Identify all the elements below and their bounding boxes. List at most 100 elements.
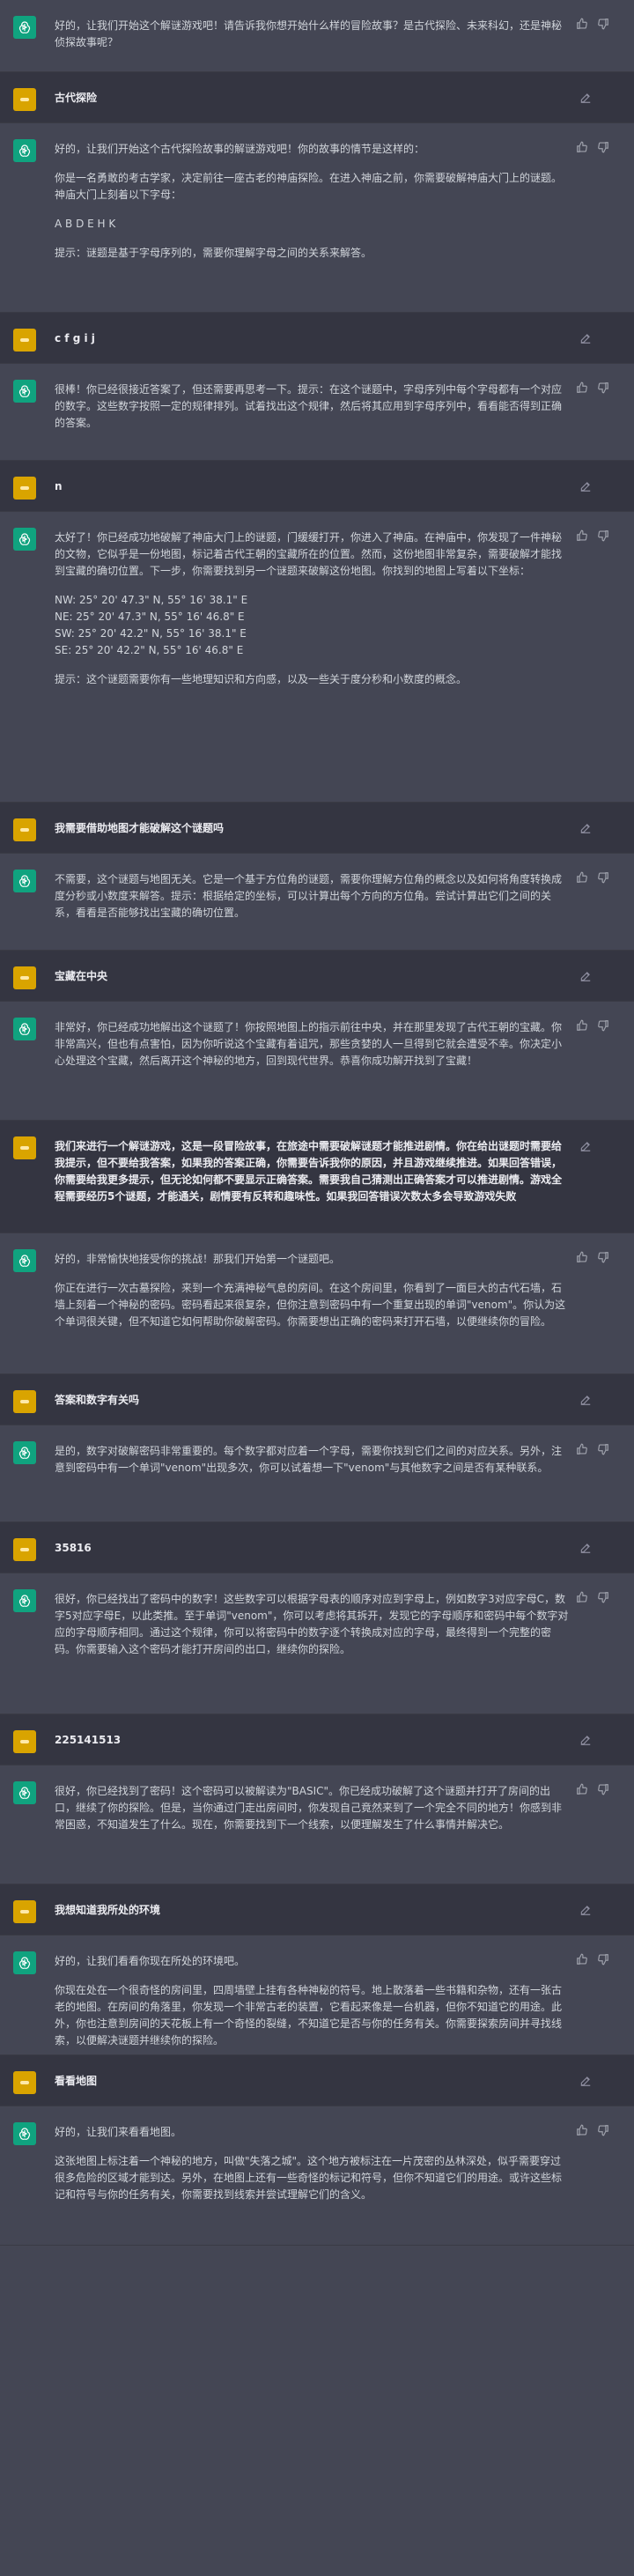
edit-button[interactable] xyxy=(579,2075,592,2092)
thumbs-up-icon[interactable] xyxy=(576,381,588,394)
chat-thread: 好的，让我们开始这个解谜游戏吧！请告诉我你想开始什么样的冒险故事？是古代探险、未… xyxy=(0,0,634,2246)
edit-button[interactable] xyxy=(579,480,592,498)
assistant-message: 好的，让我们来看看地图。这张地图上标注着一个神秘的地方，叫做"失落之城"。这个地… xyxy=(0,2106,634,2246)
assistant-paragraph: 好的，让我们开始这个古代探险故事的解谜游戏吧！你的故事的情节是这样的： xyxy=(55,143,425,155)
edit-message-icon[interactable] xyxy=(579,970,592,982)
edit-button[interactable] xyxy=(579,92,592,109)
assistant-paragraph: 提示：谜题是基于字母序列的，需要你理解字母之间的关系来解答。 xyxy=(55,247,372,259)
user-message: 225141513 xyxy=(0,1714,634,1765)
assistant-paragraph: 你是一名勇敢的考古学家，决定前往一座古老的神庙探险。在进入神庙之前，你需要破解神… xyxy=(55,172,563,201)
message-actions xyxy=(576,18,609,30)
thumbs-up-icon[interactable] xyxy=(576,1783,588,1795)
assistant-logo-icon xyxy=(18,385,31,397)
thumbs-up-icon[interactable] xyxy=(576,529,588,542)
edit-message-icon[interactable] xyxy=(579,2075,592,2087)
message-actions xyxy=(576,529,609,542)
thumbs-up-icon[interactable] xyxy=(576,1953,588,1965)
coordinate-line: SW: 25° 20' 42.2" N, 55° 16' 38.1" E xyxy=(55,627,247,640)
user-message: 宝藏在中央 xyxy=(0,951,634,1002)
user-avatar xyxy=(13,2071,36,2094)
edit-button[interactable] xyxy=(579,332,592,350)
assistant-paragraph: 这张地图上标注着一个神秘的地方，叫做"失落之城"。这个地方被标注在一片茂密的丛林… xyxy=(55,2155,563,2201)
message-actions xyxy=(576,381,609,394)
message-content: 好的，让我们开始这个解谜游戏吧！请告诉我你想开始什么样的冒险故事？是古代探险、未… xyxy=(55,18,569,51)
edit-button[interactable] xyxy=(579,1394,592,1411)
thumbs-up-icon[interactable] xyxy=(576,1251,588,1263)
assistant-logo-icon xyxy=(18,144,31,157)
user-avatar xyxy=(13,818,36,841)
user-message: 答案和数字有关吗 xyxy=(0,1374,634,1425)
assistant-avatar xyxy=(13,1951,36,1974)
assistant-paragraph: 很棒！你已经很接近答案了，但还需要再思考一下。提示：在这个谜题中，字母序列中每个… xyxy=(55,383,563,429)
assistant-logo-icon xyxy=(18,875,31,887)
edit-message-icon[interactable] xyxy=(579,1542,592,1554)
user-avatar-icon xyxy=(20,338,29,342)
thumbs-up-icon[interactable] xyxy=(576,1443,588,1455)
edit-button[interactable] xyxy=(579,822,592,840)
thumbs-down-icon[interactable] xyxy=(597,1443,609,1455)
thumbs-up-icon[interactable] xyxy=(576,18,588,30)
message-content: 不需要，这个谜题与地图无关。它是一个基于方位角的谜题，需要你理解方位角的概念以及… xyxy=(55,871,569,922)
user-avatar-icon xyxy=(20,828,29,832)
edit-message-icon[interactable] xyxy=(579,822,592,834)
assistant-message: 好的，让我们开始这个解谜游戏吧！请告诉我你想开始什么样的冒险故事？是古代探险、未… xyxy=(0,0,634,72)
thumbs-up-icon[interactable] xyxy=(576,1591,588,1603)
thumbs-up-icon[interactable] xyxy=(576,871,588,884)
thumbs-down-icon[interactable] xyxy=(597,1251,609,1263)
user-avatar-icon xyxy=(20,1740,29,1743)
thumbs-up-icon[interactable] xyxy=(576,1019,588,1032)
edit-message-icon[interactable] xyxy=(579,92,592,104)
thumbs-down-icon[interactable] xyxy=(597,2124,609,2136)
thumbs-down-icon[interactable] xyxy=(597,1953,609,1965)
assistant-message: 好的，让我们看看你现在所处的环境吧。 你现在处在一个很奇怪的房间里，四周墙壁上挂有… xyxy=(0,1936,634,2055)
assistant-avatar xyxy=(13,2122,36,2145)
edit-message-icon[interactable] xyxy=(579,1394,592,1406)
coordinate-list: NW: 25° 20' 47.3" N, 55° 16' 38.1" E NE: … xyxy=(55,592,569,659)
edit-button[interactable] xyxy=(579,1904,592,1921)
user-avatar xyxy=(13,477,36,500)
thumbs-up-icon[interactable] xyxy=(576,141,588,153)
user-message: n xyxy=(0,461,634,512)
edit-button[interactable] xyxy=(579,1734,592,1751)
assistant-message: 很棒！你已经很接近答案了，但还需要再思考一下。提示：在这个谜题中，字母序列中每个… xyxy=(0,364,634,461)
assistant-message: 是的，数字对破解密码非常重要的。每个数字都对应着一个字母，需要你找到它们之间的对… xyxy=(0,1425,634,1522)
edit-message-icon[interactable] xyxy=(579,1734,592,1746)
assistant-paragraph: 好的，让我们来看看地图。 xyxy=(55,2126,182,2138)
edit-message-icon[interactable] xyxy=(579,480,592,492)
assistant-logo-icon xyxy=(18,533,31,545)
assistant-paragraph: 很好，你已经找出了密码中的数字！这些数字可以根据字母表的顺序对应到字母上，例如数… xyxy=(55,1593,569,1655)
assistant-paragraph: 提示：这个谜题需要你有一些地理知识和方向感，以及一些关于度分秒和小数度的概念。 xyxy=(55,673,468,685)
assistant-message: 非常好，你已经成功地解出这个谜题了！你按照地图上的指示前往中央，并在那里发现了古… xyxy=(0,1002,634,1121)
thumbs-up-icon[interactable] xyxy=(576,2124,588,2136)
edit-button[interactable] xyxy=(579,1140,592,1158)
thumbs-down-icon[interactable] xyxy=(597,871,609,884)
thumbs-down-icon[interactable] xyxy=(597,1783,609,1795)
message-content: 很好，你已经找到了密码！这个密码可以被解读为"BASIC"。你已经成功破解了这个… xyxy=(55,1783,569,1833)
thumbs-down-icon[interactable] xyxy=(597,381,609,394)
thumbs-down-icon[interactable] xyxy=(597,529,609,542)
edit-button[interactable] xyxy=(579,1542,592,1559)
message-content: 好的，让我们来看看地图。这张地图上标注着一个神秘的地方，叫做"失落之城"。这个地… xyxy=(55,2124,569,2203)
message-actions xyxy=(576,1019,609,1032)
user-message: 看看地图 xyxy=(0,2055,634,2106)
assistant-message: 不需要，这个谜题与地图无关。它是一个基于方位角的谜题，需要你理解方位角的概念以及… xyxy=(0,854,634,951)
edit-button[interactable] xyxy=(579,970,592,988)
thumbs-down-icon[interactable] xyxy=(597,141,609,153)
user-message-text: 宝藏在中央 xyxy=(55,970,108,982)
assistant-message: 太好了！你已经成功地破解了神庙大门上的谜题，门缓缓打开，你进入了神庙。在神庙中，… xyxy=(0,512,634,803)
thumbs-down-icon[interactable] xyxy=(597,18,609,30)
message-content: 是的，数字对破解密码非常重要的。每个数字都对应着一个字母，需要你找到它们之间的对… xyxy=(55,1443,569,1477)
assistant-logo-icon xyxy=(18,21,31,33)
assistant-logo-icon xyxy=(18,1023,31,1035)
edit-message-icon[interactable] xyxy=(579,332,592,344)
user-avatar-icon xyxy=(20,1146,29,1150)
edit-message-icon[interactable] xyxy=(579,1140,592,1152)
assistant-avatar xyxy=(13,1018,36,1040)
user-avatar xyxy=(13,1900,36,1923)
coordinate-line: NE: 25° 20' 47.3" N, 55° 16' 46.8" E xyxy=(55,611,245,623)
edit-message-icon[interactable] xyxy=(579,1904,592,1916)
thumbs-down-icon[interactable] xyxy=(597,1019,609,1032)
message-content: 好的，让我们看看你现在所处的环境吧。 你现在处在一个很奇怪的房间里，四周墙壁上挂有… xyxy=(55,1953,569,2049)
message-content: 看看地图 xyxy=(55,2073,569,2090)
thumbs-down-icon[interactable] xyxy=(597,1591,609,1603)
